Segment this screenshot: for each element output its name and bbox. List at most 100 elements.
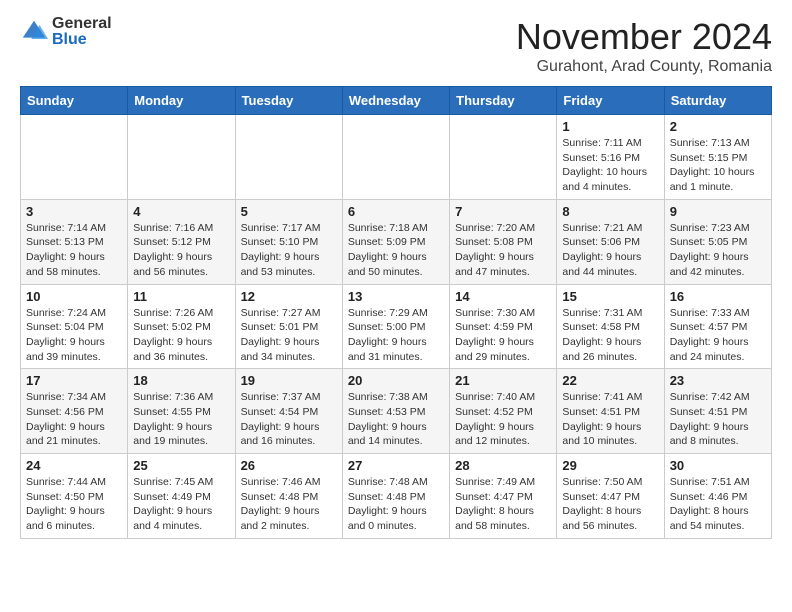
day-number: 17 bbox=[26, 373, 122, 388]
calendar-header: SundayMondayTuesdayWednesdayThursdayFrid… bbox=[21, 87, 772, 115]
day-info: Sunrise: 7:30 AM Sunset: 4:59 PM Dayligh… bbox=[455, 306, 551, 365]
day-info: Sunrise: 7:17 AM Sunset: 5:10 PM Dayligh… bbox=[241, 221, 337, 280]
day-info: Sunrise: 7:14 AM Sunset: 5:13 PM Dayligh… bbox=[26, 221, 122, 280]
day-number: 8 bbox=[562, 204, 658, 219]
day-info: Sunrise: 7:27 AM Sunset: 5:01 PM Dayligh… bbox=[241, 306, 337, 365]
day-number: 22 bbox=[562, 373, 658, 388]
calendar-cell: 13 Sunrise: 7:29 AM Sunset: 5:00 PM Dayli… bbox=[342, 284, 449, 369]
calendar-cell bbox=[128, 115, 235, 200]
weekday-header-saturday: Saturday bbox=[664, 87, 771, 115]
day-info: Sunrise: 7:38 AM Sunset: 4:53 PM Dayligh… bbox=[348, 390, 444, 449]
calendar-cell: 11Sunrise: 7:26 AM Sunset: 5:02 PM Dayli… bbox=[128, 284, 235, 369]
weekday-header-sunday: Sunday bbox=[21, 87, 128, 115]
weekday-header-row: SundayMondayTuesdayWednesdayThursdayFrid… bbox=[21, 87, 772, 115]
day-number: 16 bbox=[670, 289, 766, 304]
day-info: Sunrise: 7:41 AM Sunset: 4:51 PM Dayligh… bbox=[562, 390, 658, 449]
day-number: 7 bbox=[455, 204, 551, 219]
calendar-cell: 2 Sunrise: 7:13 AM Sunset: 5:15 PM Daylig… bbox=[664, 115, 771, 200]
calendar-cell bbox=[450, 115, 557, 200]
day-number: 13 bbox=[348, 289, 444, 304]
day-number: 18 bbox=[133, 373, 229, 388]
day-number: 12 bbox=[241, 289, 337, 304]
day-number: 20 bbox=[348, 373, 444, 388]
header: General Blue November 2024 Gurahont, Ara… bbox=[20, 16, 772, 76]
day-number: 26 bbox=[241, 458, 337, 473]
calendar-cell: 23 Sunrise: 7:42 AM Sunset: 4:51 PM Dayli… bbox=[664, 369, 771, 454]
day-number: 30 bbox=[670, 458, 766, 473]
calendar-cell: 14Sunrise: 7:30 AM Sunset: 4:59 PM Dayli… bbox=[450, 284, 557, 369]
calendar-cell: 17 Sunrise: 7:34 AM Sunset: 4:56 PM Dayli… bbox=[21, 369, 128, 454]
calendar-cell: 5 Sunrise: 7:17 AM Sunset: 5:10 PM Daylig… bbox=[235, 199, 342, 284]
calendar-cell bbox=[21, 115, 128, 200]
calendar-cell: 9 Sunrise: 7:23 AM Sunset: 5:05 PM Daylig… bbox=[664, 199, 771, 284]
day-info: Sunrise: 7:51 AM Sunset: 4:46 PM Dayligh… bbox=[670, 475, 766, 534]
calendar-cell: 26 Sunrise: 7:46 AM Sunset: 4:48 PM Dayli… bbox=[235, 454, 342, 539]
weekday-header-tuesday: Tuesday bbox=[235, 87, 342, 115]
weekday-header-thursday: Thursday bbox=[450, 87, 557, 115]
day-number: 23 bbox=[670, 373, 766, 388]
title-area: November 2024 Gurahont, Arad County, Rom… bbox=[516, 16, 772, 76]
day-number: 6 bbox=[348, 204, 444, 219]
day-info: Sunrise: 7:37 AM Sunset: 4:54 PM Dayligh… bbox=[241, 390, 337, 449]
calendar-cell: 7Sunrise: 7:20 AM Sunset: 5:08 PM Daylig… bbox=[450, 199, 557, 284]
calendar-cell: 19Sunrise: 7:37 AM Sunset: 4:54 PM Dayli… bbox=[235, 369, 342, 454]
calendar-cell: 22 Sunrise: 7:41 AM Sunset: 4:51 PM Dayli… bbox=[557, 369, 664, 454]
day-info: Sunrise: 7:34 AM Sunset: 4:56 PM Dayligh… bbox=[26, 390, 122, 449]
day-number: 11 bbox=[133, 289, 229, 304]
calendar-cell: 8 Sunrise: 7:21 AM Sunset: 5:06 PM Daylig… bbox=[557, 199, 664, 284]
calendar-cell: 27 Sunrise: 7:48 AM Sunset: 4:48 PM Dayli… bbox=[342, 454, 449, 539]
day-number: 28 bbox=[455, 458, 551, 473]
calendar-cell: 20 Sunrise: 7:38 AM Sunset: 4:53 PM Dayli… bbox=[342, 369, 449, 454]
day-info: Sunrise: 7:48 AM Sunset: 4:48 PM Dayligh… bbox=[348, 475, 444, 534]
location-subtitle: Gurahont, Arad County, Romania bbox=[516, 58, 772, 76]
day-number: 10 bbox=[26, 289, 122, 304]
calendar-cell: 12 Sunrise: 7:27 AM Sunset: 5:01 PM Dayli… bbox=[235, 284, 342, 369]
calendar-cell: 29Sunrise: 7:50 AM Sunset: 4:47 PM Dayli… bbox=[557, 454, 664, 539]
week-row-0: 1 Sunrise: 7:11 AM Sunset: 5:16 PM Daylig… bbox=[21, 115, 772, 200]
day-info: Sunrise: 7:13 AM Sunset: 5:15 PM Dayligh… bbox=[670, 136, 766, 195]
day-number: 25 bbox=[133, 458, 229, 473]
logo-blue-text: Blue bbox=[52, 32, 112, 48]
day-info: Sunrise: 7:42 AM Sunset: 4:51 PM Dayligh… bbox=[670, 390, 766, 449]
calendar-cell bbox=[235, 115, 342, 200]
logo-general-text: General bbox=[52, 16, 112, 32]
day-info: Sunrise: 7:21 AM Sunset: 5:06 PM Dayligh… bbox=[562, 221, 658, 280]
day-info: Sunrise: 7:23 AM Sunset: 5:05 PM Dayligh… bbox=[670, 221, 766, 280]
day-number: 3 bbox=[26, 204, 122, 219]
day-number: 27 bbox=[348, 458, 444, 473]
calendar-cell bbox=[342, 115, 449, 200]
logo-text: General Blue bbox=[52, 16, 112, 48]
day-info: Sunrise: 7:46 AM Sunset: 4:48 PM Dayligh… bbox=[241, 475, 337, 534]
day-info: Sunrise: 7:24 AM Sunset: 5:04 PM Dayligh… bbox=[26, 306, 122, 365]
week-row-4: 24Sunrise: 7:44 AM Sunset: 4:50 PM Dayli… bbox=[21, 454, 772, 539]
day-info: Sunrise: 7:50 AM Sunset: 4:47 PM Dayligh… bbox=[562, 475, 658, 534]
day-info: Sunrise: 7:33 AM Sunset: 4:57 PM Dayligh… bbox=[670, 306, 766, 365]
calendar-cell: 28 Sunrise: 7:49 AM Sunset: 4:47 PM Dayli… bbox=[450, 454, 557, 539]
calendar-table: SundayMondayTuesdayWednesdayThursdayFrid… bbox=[20, 86, 772, 539]
day-number: 2 bbox=[670, 119, 766, 134]
calendar-cell: 10 Sunrise: 7:24 AM Sunset: 5:04 PM Dayli… bbox=[21, 284, 128, 369]
day-info: Sunrise: 7:11 AM Sunset: 5:16 PM Dayligh… bbox=[562, 136, 658, 195]
day-number: 15 bbox=[562, 289, 658, 304]
week-row-3: 17 Sunrise: 7:34 AM Sunset: 4:56 PM Dayli… bbox=[21, 369, 772, 454]
day-info: Sunrise: 7:18 AM Sunset: 5:09 PM Dayligh… bbox=[348, 221, 444, 280]
calendar-body: 1 Sunrise: 7:11 AM Sunset: 5:16 PM Daylig… bbox=[21, 115, 772, 539]
day-info: Sunrise: 7:16 AM Sunset: 5:12 PM Dayligh… bbox=[133, 221, 229, 280]
day-number: 9 bbox=[670, 204, 766, 219]
logo-icon bbox=[20, 18, 48, 46]
calendar-cell: 30 Sunrise: 7:51 AM Sunset: 4:46 PM Dayli… bbox=[664, 454, 771, 539]
week-row-1: 3 Sunrise: 7:14 AM Sunset: 5:13 PM Daylig… bbox=[21, 199, 772, 284]
day-info: Sunrise: 7:44 AM Sunset: 4:50 PM Dayligh… bbox=[26, 475, 122, 534]
day-info: Sunrise: 7:45 AM Sunset: 4:49 PM Dayligh… bbox=[133, 475, 229, 534]
day-number: 4 bbox=[133, 204, 229, 219]
calendar-cell: 21Sunrise: 7:40 AM Sunset: 4:52 PM Dayli… bbox=[450, 369, 557, 454]
day-number: 1 bbox=[562, 119, 658, 134]
week-row-2: 10 Sunrise: 7:24 AM Sunset: 5:04 PM Dayli… bbox=[21, 284, 772, 369]
day-info: Sunrise: 7:40 AM Sunset: 4:52 PM Dayligh… bbox=[455, 390, 551, 449]
day-info: Sunrise: 7:29 AM Sunset: 5:00 PM Dayligh… bbox=[348, 306, 444, 365]
calendar-cell: 24Sunrise: 7:44 AM Sunset: 4:50 PM Dayli… bbox=[21, 454, 128, 539]
day-info: Sunrise: 7:49 AM Sunset: 4:47 PM Dayligh… bbox=[455, 475, 551, 534]
day-number: 5 bbox=[241, 204, 337, 219]
month-title: November 2024 bbox=[516, 16, 772, 58]
day-info: Sunrise: 7:31 AM Sunset: 4:58 PM Dayligh… bbox=[562, 306, 658, 365]
